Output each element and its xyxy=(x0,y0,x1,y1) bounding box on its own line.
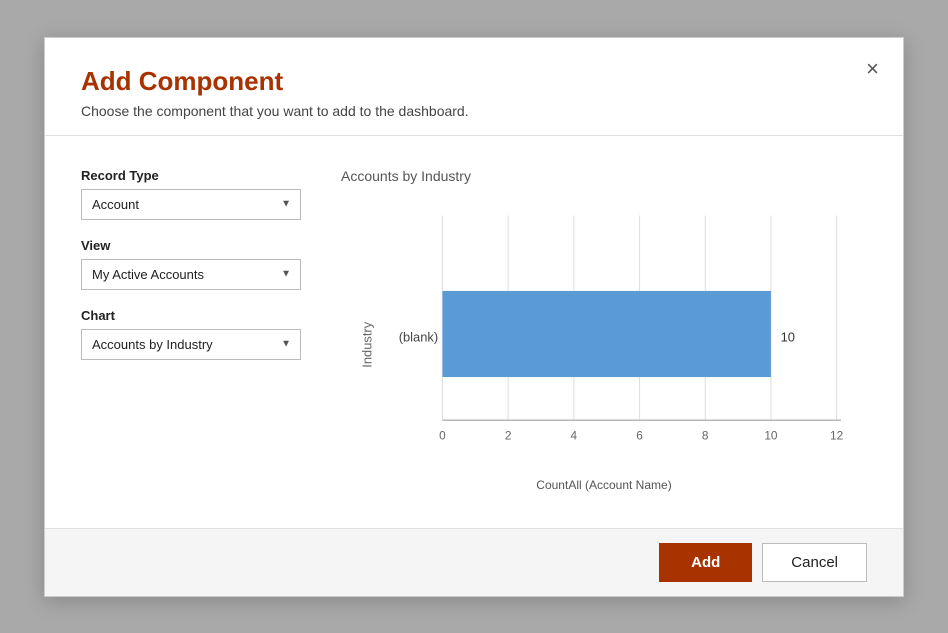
chart-area: Industry xyxy=(341,194,867,508)
y-axis-label: Industry xyxy=(359,321,374,367)
chart-group: Chart Accounts by Industry xyxy=(81,308,301,360)
modal-title: Add Component xyxy=(81,66,867,97)
view-label: View xyxy=(81,238,301,253)
svg-text:8: 8 xyxy=(702,428,709,442)
modal-overlay: Add Component Choose the component that … xyxy=(0,0,948,633)
bar-value-label: 10 xyxy=(781,329,795,344)
modal-header: Add Component Choose the component that … xyxy=(45,38,903,136)
bar-blank xyxy=(442,290,770,376)
add-button[interactable]: Add xyxy=(659,543,752,582)
svg-text:4: 4 xyxy=(571,428,578,442)
modal-dialog: Add Component Choose the component that … xyxy=(44,37,904,597)
record-type-select[interactable]: Account xyxy=(81,189,301,220)
chart-label: Chart xyxy=(81,308,301,323)
chart-select[interactable]: Accounts by Industry xyxy=(81,329,301,360)
x-axis-label: CountAll (Account Name) xyxy=(341,478,867,492)
svg-text:0: 0 xyxy=(439,428,446,442)
close-button[interactable]: × xyxy=(866,58,879,80)
chart-title: Accounts by Industry xyxy=(341,168,867,184)
left-panel: Record Type Account View My Active Accou… xyxy=(81,168,301,508)
chart-svg: Industry xyxy=(341,194,867,474)
right-panel: Accounts by Industry Industry xyxy=(341,168,867,508)
svg-text:12: 12 xyxy=(830,428,843,442)
cancel-button[interactable]: Cancel xyxy=(762,543,867,582)
record-type-group: Record Type Account xyxy=(81,168,301,220)
svg-text:6: 6 xyxy=(636,428,643,442)
view-group: View My Active Accounts xyxy=(81,238,301,290)
svg-text:10: 10 xyxy=(764,428,778,442)
record-type-label: Record Type xyxy=(81,168,301,183)
view-select[interactable]: My Active Accounts xyxy=(81,259,301,290)
modal-subtitle: Choose the component that you want to ad… xyxy=(81,103,867,119)
bar-category-label: (blank) xyxy=(399,329,438,344)
chart-select-wrapper[interactable]: Accounts by Industry xyxy=(81,329,301,360)
record-type-select-wrapper[interactable]: Account xyxy=(81,189,301,220)
svg-text:2: 2 xyxy=(505,428,512,442)
modal-footer: Add Cancel xyxy=(45,528,903,596)
view-select-wrapper[interactable]: My Active Accounts xyxy=(81,259,301,290)
modal-body: Record Type Account View My Active Accou… xyxy=(45,136,903,528)
